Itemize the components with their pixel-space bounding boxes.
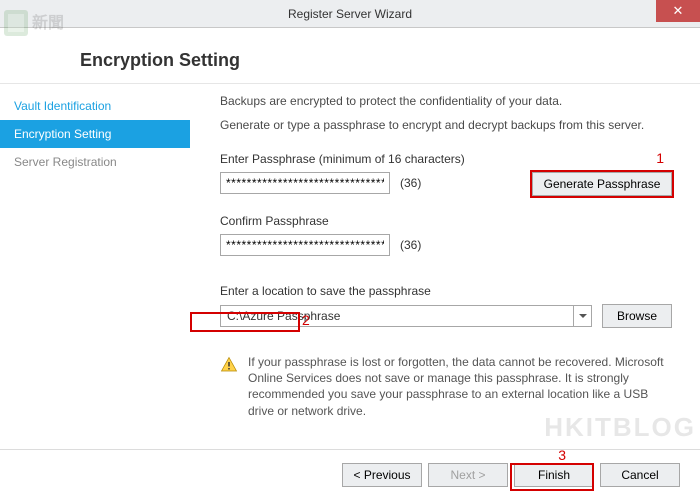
cancel-label: Cancel bbox=[621, 468, 658, 482]
window-title: Register Server Wizard bbox=[288, 7, 412, 21]
chevron-down-icon[interactable] bbox=[573, 306, 591, 326]
previous-label: < Previous bbox=[353, 468, 410, 482]
generate-passphrase-label: Generate Passphrase bbox=[544, 177, 661, 191]
title-bar: Register Server Wizard ✕ bbox=[0, 0, 700, 28]
nav-item-server-registration[interactable]: Server Registration bbox=[0, 148, 190, 176]
location-combobox[interactable]: C:\Azure Passphrase bbox=[220, 305, 592, 327]
nav-item-label: Vault Identification bbox=[14, 99, 111, 113]
content-pane: Backups are encrypted to protect the con… bbox=[190, 84, 700, 449]
wizard-footer: < Previous Next > Finish Cancel bbox=[0, 449, 700, 499]
nav-item-encryption-setting[interactable]: Encryption Setting bbox=[0, 120, 190, 148]
cancel-button[interactable]: Cancel bbox=[600, 463, 680, 487]
confirm-passphrase-input[interactable] bbox=[220, 234, 390, 256]
description-2: Generate or type a passphrase to encrypt… bbox=[220, 118, 672, 132]
browse-label: Browse bbox=[617, 309, 657, 323]
nav-item-vault-identification[interactable]: Vault Identification bbox=[0, 92, 190, 120]
enter-passphrase-count: (36) bbox=[400, 176, 421, 190]
warning-icon bbox=[220, 356, 238, 374]
location-label: Enter a location to save the passphrase bbox=[220, 284, 672, 298]
next-label: Next > bbox=[450, 468, 485, 482]
previous-button[interactable]: < Previous bbox=[342, 463, 422, 487]
page-title: Encryption Setting bbox=[80, 50, 700, 71]
location-value: C:\Azure Passphrase bbox=[221, 309, 573, 323]
enter-passphrase-label: Enter Passphrase (minimum of 16 characte… bbox=[220, 152, 672, 166]
confirm-passphrase-label: Confirm Passphrase bbox=[220, 214, 672, 228]
finish-button[interactable]: Finish bbox=[514, 463, 594, 487]
close-button[interactable]: ✕ bbox=[656, 0, 700, 22]
enter-passphrase-input[interactable] bbox=[220, 172, 390, 194]
browse-button[interactable]: Browse bbox=[602, 304, 672, 328]
warning-section: If your passphrase is lost or forgotten,… bbox=[220, 354, 672, 419]
nav-item-label: Server Registration bbox=[14, 155, 117, 169]
description-1: Backups are encrypted to protect the con… bbox=[220, 94, 672, 108]
generate-passphrase-button[interactable]: Generate Passphrase bbox=[532, 172, 672, 196]
warning-text: If your passphrase is lost or forgotten,… bbox=[248, 354, 672, 419]
close-icon: ✕ bbox=[673, 3, 684, 19]
finish-label: Finish bbox=[538, 468, 570, 482]
next-button: Next > bbox=[428, 463, 508, 487]
page-header: Encryption Setting bbox=[0, 28, 700, 84]
confirm-passphrase-count: (36) bbox=[400, 238, 421, 252]
wizard-nav: Vault Identification Encryption Setting … bbox=[0, 84, 190, 449]
nav-item-label: Encryption Setting bbox=[14, 127, 111, 141]
